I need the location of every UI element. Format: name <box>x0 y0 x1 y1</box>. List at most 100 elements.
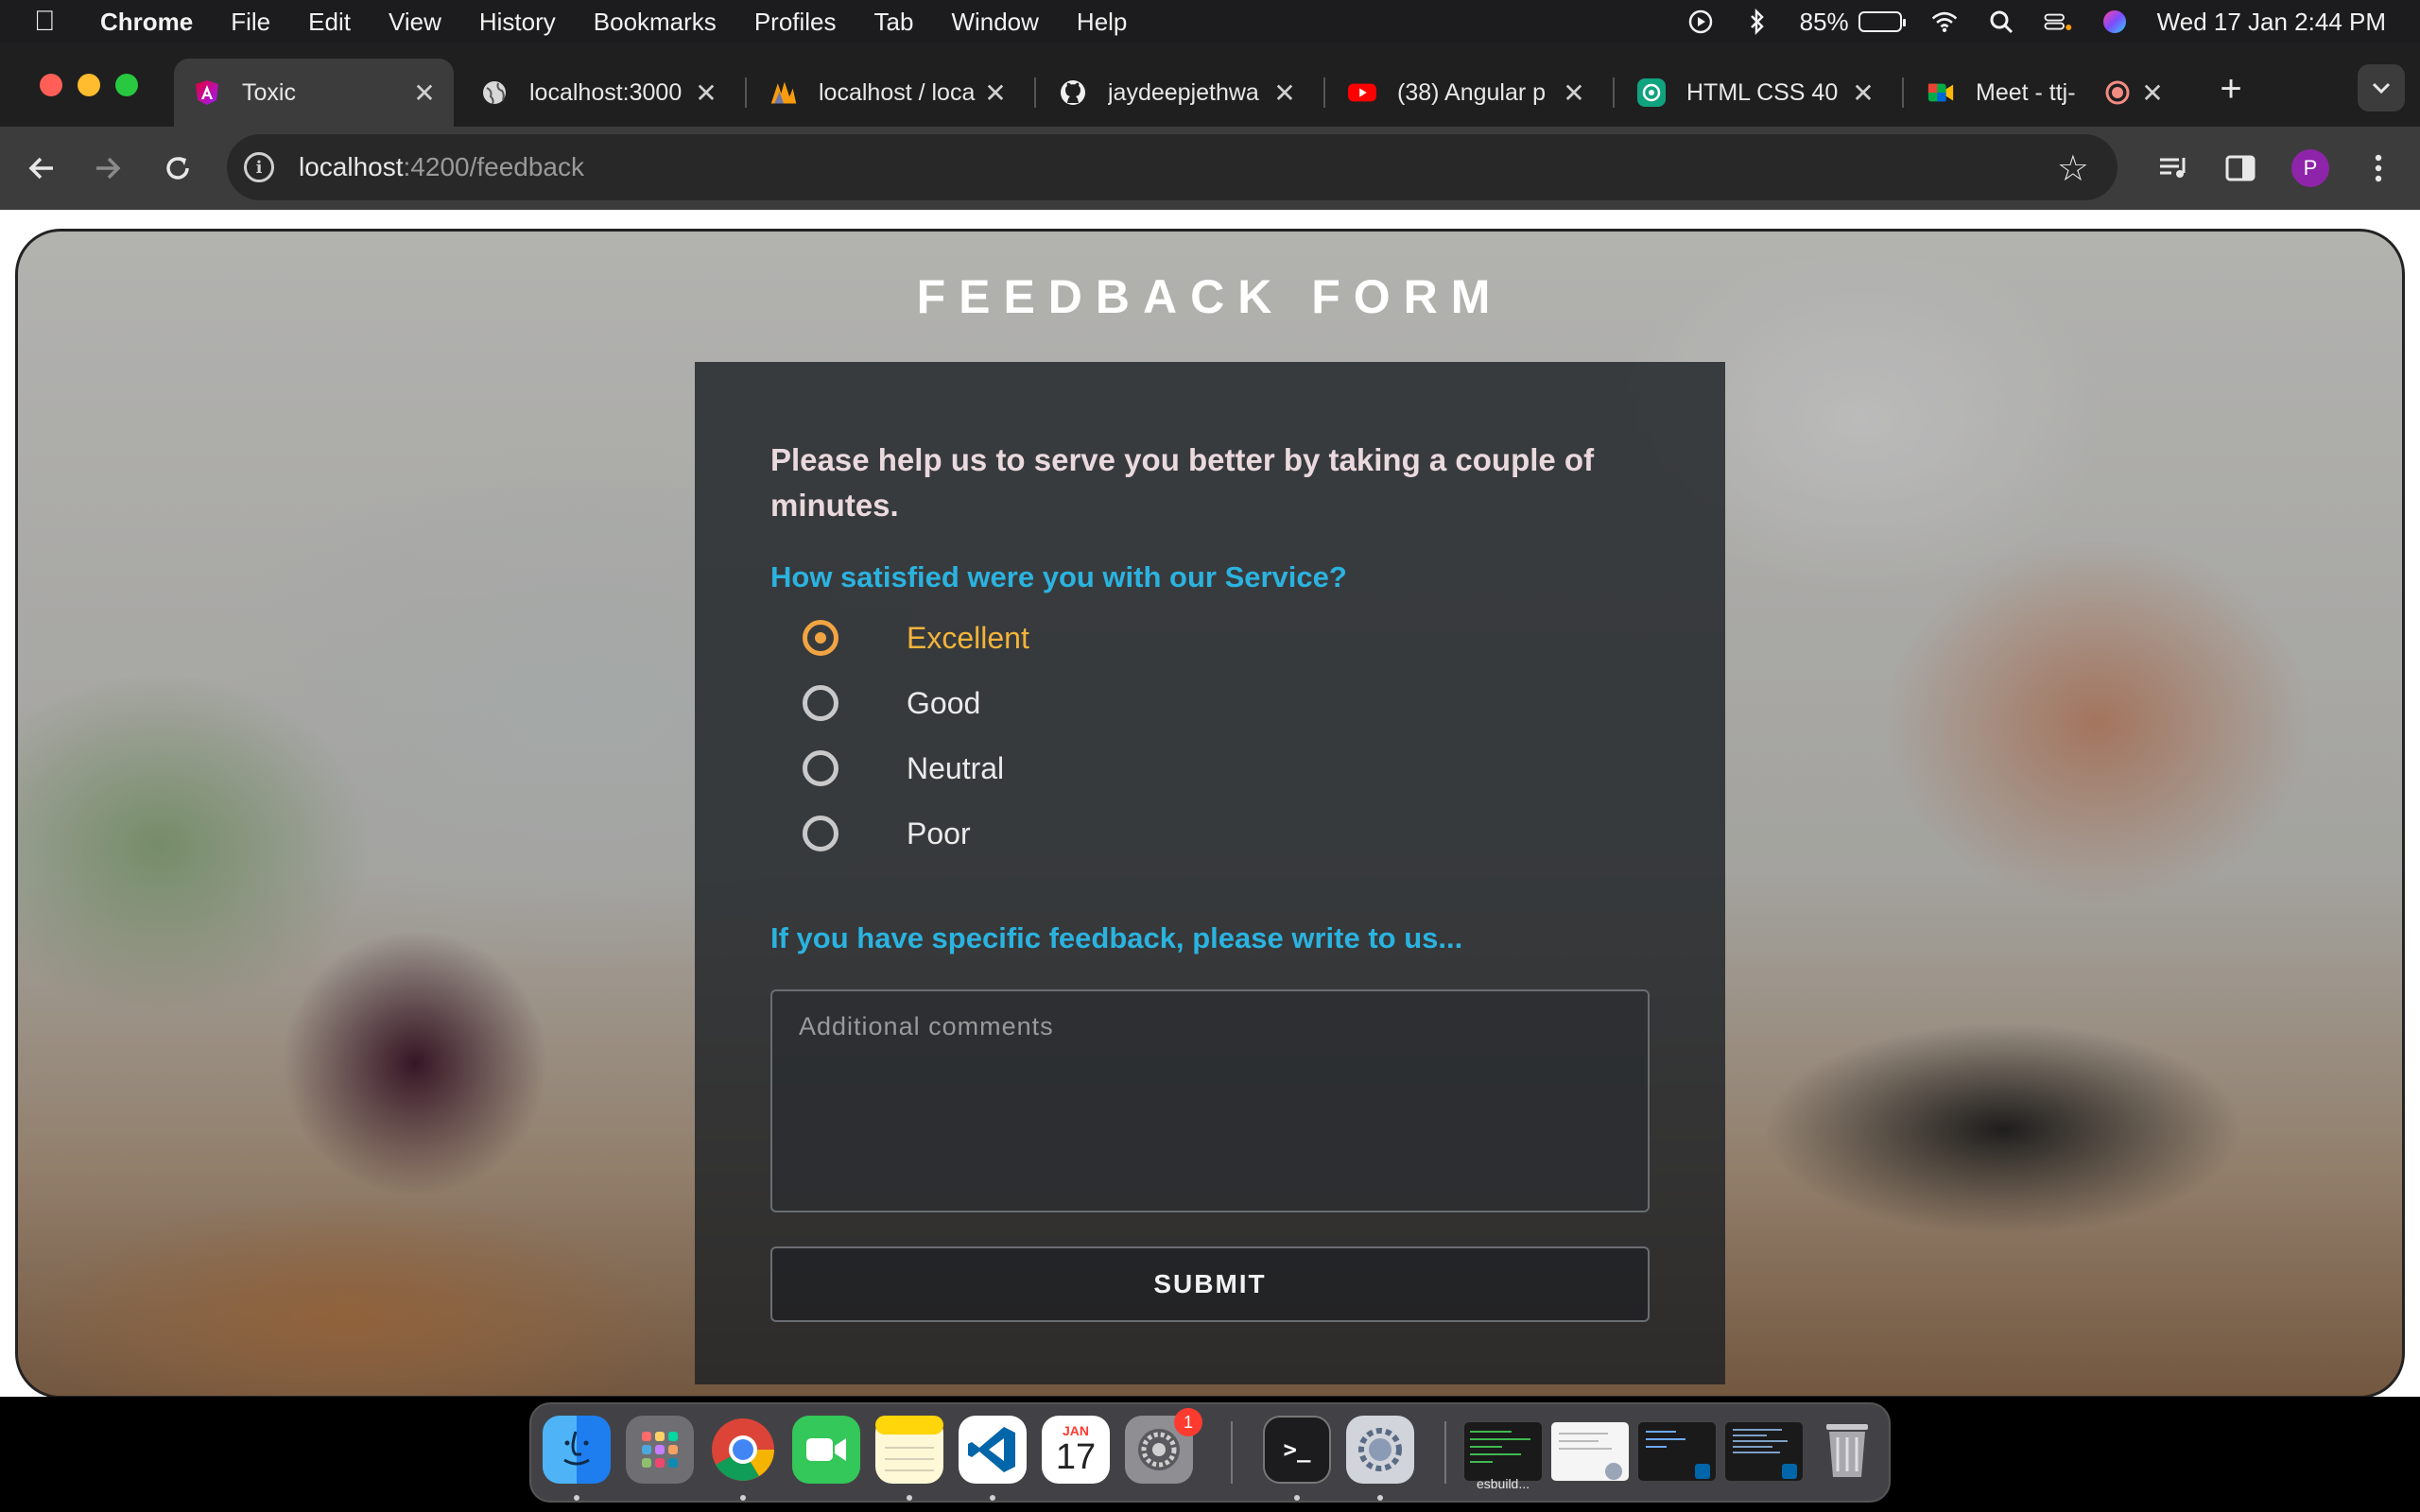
calendar-icon[interactable]: JAN 17 <box>1042 1416 1110 1484</box>
tab-localhost-3000[interactable]: localhost:3000 ✕ <box>461 59 735 127</box>
tab-chatgpt[interactable]: HTML CSS 40 ✕ <box>1618 59 1893 127</box>
window-maximize-button[interactable] <box>115 74 138 96</box>
page-viewport: FEEDBACK FORM Please help us to serve yo… <box>0 210 2420 1399</box>
address-url[interactable]: localhost:4200/feedback <box>299 152 584 182</box>
menu-history[interactable]: History <box>479 8 556 37</box>
menubar-clock[interactable]: Wed 17 Jan 2:44 PM <box>2157 8 2386 37</box>
radio-option-excellent[interactable]: Excellent <box>803 615 1029 661</box>
reload-icon <box>166 157 189 180</box>
facetime-icon[interactable] <box>792 1416 860 1484</box>
feedback-form-card: Please help us to serve you better by ta… <box>695 362 1725 1384</box>
radio-option-good[interactable]: Good <box>803 680 980 726</box>
tab-separator <box>745 77 747 108</box>
side-panel-icon[interactable] <box>2218 146 2263 191</box>
new-tab-button[interactable]: + <box>2212 70 2250 108</box>
spotlight-search-icon[interactable] <box>1987 9 2015 35</box>
window-thumbnail-vscode-2[interactable] <box>1724 1421 1804 1482</box>
browser-toolbar: i localhost:4200/feedback ☆ P <box>0 127 2420 210</box>
tab-separator <box>1613 77 1615 108</box>
window-minimize-button[interactable] <box>78 74 100 96</box>
tab-title: jaydeepjethwa <box>1108 78 1259 106</box>
wifi-icon[interactable] <box>1930 9 1959 35</box>
comments-textarea[interactable] <box>770 989 1650 1212</box>
terminal-prompt-glyph: >_ <box>1283 1436 1311 1463</box>
github-icon <box>1059 78 1087 107</box>
running-indicator <box>1294 1495 1300 1501</box>
site-info-icon[interactable]: i <box>244 152 274 182</box>
tab-phpmyadmin[interactable]: localhost / loca ✕ <box>751 59 1025 127</box>
tab-close-icon[interactable]: ✕ <box>2136 77 2169 109</box>
notes-icon[interactable] <box>875 1416 943 1484</box>
recording-indicator-icon <box>2104 79 2131 106</box>
tab-close-icon[interactable]: ✕ <box>690 77 722 109</box>
bookmark-star-icon[interactable]: ☆ <box>2057 147 2089 190</box>
forward-button[interactable] <box>85 146 130 191</box>
radio-label[interactable]: Neutral <box>907 751 1004 786</box>
menu-view[interactable]: View <box>389 8 441 37</box>
arrow-right-icon <box>96 157 121 180</box>
apple-menu-icon[interactable]:  <box>34 6 72 38</box>
back-button[interactable] <box>19 146 64 191</box>
tab-toxic[interactable]: Toxic ✕ <box>174 59 454 127</box>
siri-icon[interactable] <box>2100 9 2129 35</box>
radio-button[interactable] <box>803 816 838 851</box>
media-play-icon[interactable] <box>1686 9 1715 35</box>
radio-label[interactable]: Poor <box>907 816 971 851</box>
window-thumbnail-label: esbuild... <box>1476 1476 1530 1491</box>
trash-icon[interactable] <box>1813 1416 1881 1484</box>
tab-close-icon[interactable]: ✕ <box>408 77 441 109</box>
window-close-button[interactable] <box>40 74 62 96</box>
chrome-icon[interactable] <box>709 1416 777 1484</box>
tab-youtube[interactable]: (38) Angular p ✕ <box>1329 59 1603 127</box>
radio-label[interactable]: Excellent <box>907 621 1029 656</box>
radio-selected-dot <box>815 632 826 644</box>
profile-avatar[interactable]: P <box>2288 146 2333 191</box>
menu-window[interactable]: Window <box>951 8 1038 37</box>
terminal-icon[interactable]: >_ <box>1263 1416 1331 1484</box>
tab-close-icon[interactable]: ✕ <box>979 77 1011 109</box>
status-area: 85% Wed 17 Jan 2:44 PM <box>1686 0 2386 43</box>
vscode-icon[interactable] <box>959 1416 1027 1484</box>
tab-github[interactable]: jaydeepjethwa ✕ <box>1040 59 1314 127</box>
window-thumbnail-settings[interactable] <box>1550 1421 1630 1482</box>
radio-option-poor[interactable]: Poor <box>803 811 971 856</box>
tab-close-icon[interactable]: ✕ <box>1269 77 1301 109</box>
tab-separator <box>1902 77 1904 108</box>
tab-search-button[interactable] <box>2358 64 2405 112</box>
gear-app-icon[interactable] <box>1346 1416 1414 1484</box>
tab-close-icon[interactable]: ✕ <box>1847 77 1879 109</box>
bluetooth-icon[interactable] <box>1743 9 1772 35</box>
tab-google-meet[interactable]: Meet - ttj- ✕ <box>1908 59 2182 127</box>
finder-icon[interactable] <box>543 1416 611 1484</box>
launchpad-icon[interactable] <box>626 1416 694 1484</box>
menu-help[interactable]: Help <box>1077 8 1127 37</box>
tab-title: HTML CSS 40 <box>1686 78 1839 106</box>
address-bar[interactable]: i localhost:4200/feedback ☆ <box>227 134 2118 200</box>
angular-icon <box>193 78 221 107</box>
tab-close-icon[interactable]: ✕ <box>1558 77 1590 109</box>
radio-button[interactable] <box>803 750 838 786</box>
kebab-menu-icon[interactable] <box>2356 146 2401 191</box>
meet-icon <box>1927 78 1955 107</box>
url-host: localhost <box>299 152 404 181</box>
submit-button[interactable]: SUBMIT <box>770 1246 1650 1322</box>
reading-list-icon[interactable] <box>2152 146 2197 191</box>
radio-button[interactable] <box>803 685 838 721</box>
radio-button-checked[interactable] <box>803 620 838 656</box>
window-thumbnail-terminal[interactable] <box>1463 1421 1543 1482</box>
macos-dock: JAN 17 1 >_ esbuild... <box>529 1402 1891 1503</box>
chatgpt-icon <box>1637 78 1666 107</box>
menu-tab[interactable]: Tab <box>874 8 914 37</box>
reload-button[interactable] <box>155 146 200 191</box>
menu-file[interactable]: File <box>231 8 270 37</box>
control-center-icon[interactable] <box>2044 9 2072 35</box>
window-thumbnail-vscode-1[interactable] <box>1637 1421 1717 1482</box>
menu-app-name[interactable]: Chrome <box>100 8 193 37</box>
radio-option-neutral[interactable]: Neutral <box>803 746 1004 791</box>
radio-label[interactable]: Good <box>907 686 980 721</box>
menu-profiles[interactable]: Profiles <box>754 8 837 37</box>
system-settings-icon[interactable]: 1 <box>1125 1408 1202 1484</box>
menu-bookmarks[interactable]: Bookmarks <box>594 8 717 37</box>
battery-status[interactable]: 85% <box>1800 8 1906 37</box>
menu-edit[interactable]: Edit <box>308 8 351 37</box>
